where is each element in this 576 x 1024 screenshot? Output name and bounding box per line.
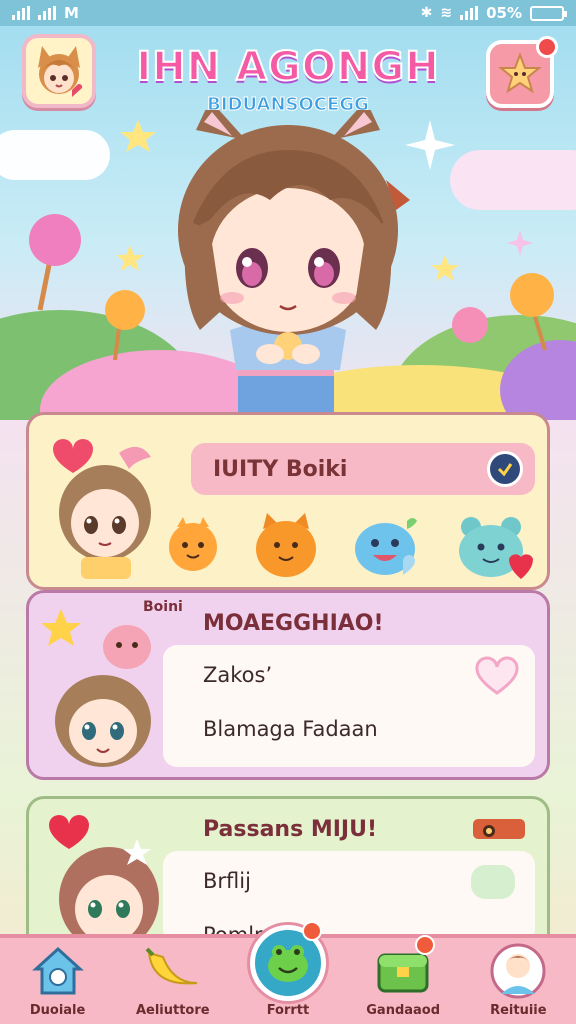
cat-pet-icon[interactable] <box>251 513 321 579</box>
nav-gacha[interactable]: Gandaaod <box>351 935 455 1018</box>
nav-badge <box>301 921 322 941</box>
sun-pet-icon[interactable] <box>161 513 225 577</box>
header: IHN AGONGH BIDUANSOCEGG <box>0 30 576 116</box>
heart-outline-icon[interactable] <box>473 655 521 697</box>
nav-label: Reituiie <box>490 1003 547 1018</box>
game-title: IHN AGONGH <box>135 43 440 91</box>
pet-collection-card[interactable]: IUITY Boiki <box>26 412 550 590</box>
battery-percent: 05% <box>486 4 522 22</box>
card-heading: MOAEGGHIAO! <box>203 611 384 636</box>
frog-icon <box>267 945 308 982</box>
quest-panel: Brflij Pomlr <box>163 851 535 947</box>
message-panel: Zakos’ Blamaga Fadaan <box>163 645 535 767</box>
profile-button[interactable] <box>22 34 96 108</box>
signal-icon-2 <box>38 6 56 20</box>
nav-badge <box>415 935 436 955</box>
carrier-label: M <box>64 4 79 22</box>
battery-icon <box>530 5 567 21</box>
notification-button[interactable] <box>486 36 558 108</box>
hero-scene <box>0 110 576 420</box>
hero-illustration <box>0 110 576 420</box>
bottom-navigation: Duoiale Aeliuttore Forrtt Gandaaod Reitu… <box>0 921 576 1024</box>
girl-avatar-icon <box>38 46 83 97</box>
nav-label: Gandaaod <box>366 1003 441 1018</box>
card-title-pill: IUITY Boiki <box>191 443 535 495</box>
truck-icon[interactable] <box>471 815 527 845</box>
nav-label: Duoiale <box>29 1003 86 1018</box>
check-icon <box>497 463 513 477</box>
nav-home[interactable]: Duoiale <box>6 941 110 1018</box>
nav-adventure[interactable]: Aeliuttore <box>121 941 225 1018</box>
card-heading: Passans MIJU! <box>203 817 377 842</box>
card-title: IUITY Boiki <box>213 456 348 482</box>
confirm-button[interactable] <box>487 451 523 487</box>
avatar-icon <box>490 943 546 999</box>
nav-center[interactable]: Forrtt <box>236 921 340 1018</box>
message-line-1: Zakos’ <box>203 663 273 687</box>
card-girl-portrait <box>53 439 151 579</box>
star-face-icon <box>498 52 542 94</box>
nav-label: Forrtt <box>266 1003 310 1018</box>
message-card[interactable]: Boini MOAEGGHIAO! Zakos’ Blamaga Fadaan <box>26 590 550 780</box>
quest-line-1: Brflij <box>203 869 251 893</box>
cell-signal-icon <box>460 6 479 20</box>
signal-icon <box>12 6 30 20</box>
house-icon <box>31 946 84 995</box>
teal-bear-pet-icon[interactable] <box>453 513 533 581</box>
message-line-2: Blamaga Fadaan <box>203 717 378 741</box>
banana-icon <box>145 947 197 985</box>
nav-profile[interactable]: Reituiie <box>466 941 570 1018</box>
status-bar: M ✱ ≋ 05% <box>0 0 576 26</box>
leaf-blob-icon <box>471 865 515 899</box>
notification-dot <box>536 36 558 58</box>
card-girl-portrait-2 <box>41 609 151 767</box>
corner-label: Boini <box>143 599 183 615</box>
bluetooth-icon: ✱ <box>420 5 433 21</box>
nav-label: Aeliuttore <box>135 1003 210 1018</box>
blue-blob-pet-icon[interactable] <box>351 513 421 579</box>
wifi-icon: ≋ <box>440 5 453 21</box>
